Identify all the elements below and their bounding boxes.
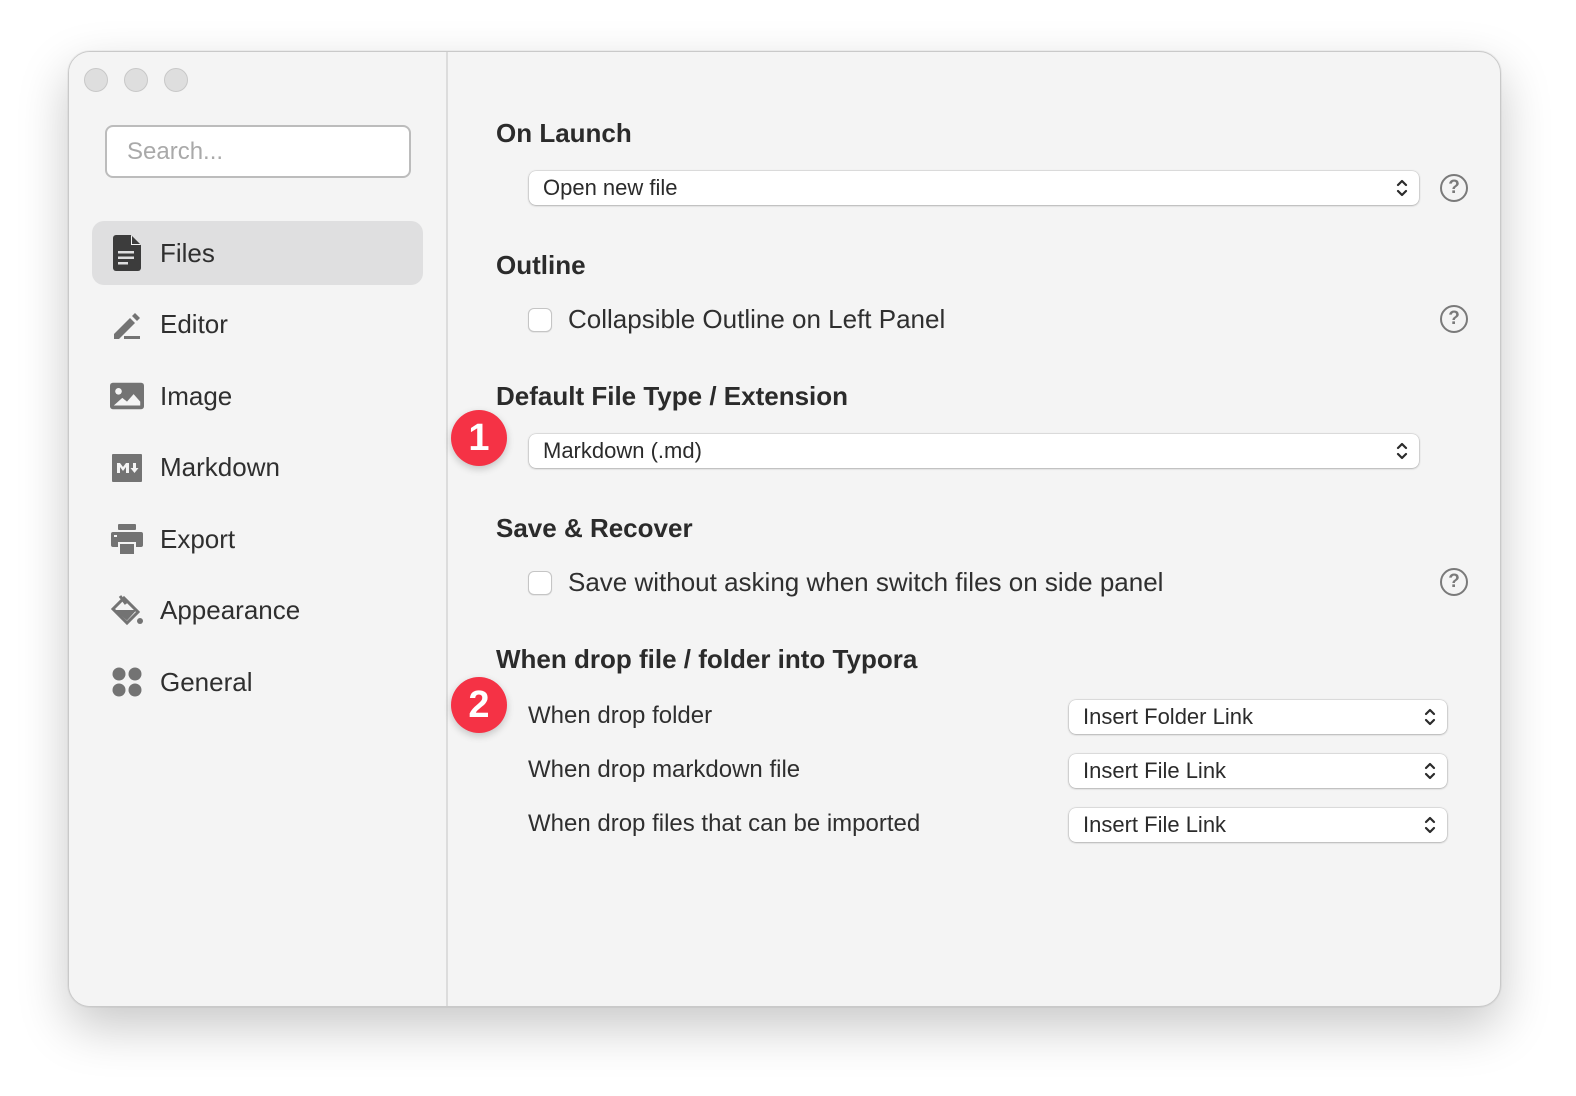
markdown-icon	[110, 451, 144, 485]
collapsible-outline-checkbox-row[interactable]: Collapsible Outline on Left Panel	[528, 304, 945, 335]
collapsible-outline-checkbox[interactable]	[528, 307, 552, 332]
annotation-badge-2: 2	[451, 677, 507, 733]
sidebar-item-files[interactable]: Files	[92, 221, 423, 285]
zoom-button[interactable]	[164, 68, 188, 92]
paint-bucket-icon	[110, 594, 144, 628]
help-icon[interactable]: ?	[1440, 305, 1468, 333]
sidebar-item-label: Appearance	[160, 595, 301, 625]
select-value: Markdown (.md)	[543, 438, 702, 463]
default-file-type-select[interactable]: Markdown (.md)	[529, 434, 1419, 468]
chevron-updown-icon	[1424, 708, 1436, 726]
sidebar: Files Editor Image Markdown	[69, 52, 448, 1006]
default-file-type-title: Default File Type / Extension	[496, 381, 849, 411]
sidebar-item-image[interactable]: Image	[92, 364, 423, 428]
printer-icon	[110, 522, 144, 556]
sidebar-item-label: Markdown	[160, 452, 280, 482]
checkbox-label: Save without asking when switch files on…	[568, 567, 1164, 597]
help-icon[interactable]: ?	[1440, 568, 1468, 596]
sidebar-item-label: General	[160, 666, 253, 697]
save-recover-title: Save & Recover	[496, 513, 693, 543]
sidebar-item-appearance[interactable]: Appearance	[92, 579, 423, 643]
chevron-updown-icon	[1424, 816, 1436, 834]
preferences-window: Files Editor Image Markdown	[68, 51, 1501, 1007]
chevron-updown-icon	[1424, 762, 1436, 780]
drop-markdown-label: When drop markdown file	[528, 756, 801, 783]
select-value: Insert File Link	[1083, 812, 1227, 837]
help-symbol: ?	[1448, 571, 1460, 592]
annotation-badge-1: 1	[451, 410, 507, 466]
save-without-asking-checkbox[interactable]	[528, 570, 552, 595]
file-icon	[110, 235, 144, 271]
drop-folder-select[interactable]: Insert Folder Link	[1069, 700, 1447, 734]
select-value: Insert Folder Link	[1083, 704, 1253, 729]
sidebar-item-label: Editor	[160, 309, 228, 339]
sidebar-item-general[interactable]: General	[92, 650, 423, 714]
drop-folder-label: When drop folder	[528, 702, 713, 729]
on-launch-select[interactable]: Open new file	[529, 171, 1419, 205]
sidebar-item-markdown[interactable]: Markdown	[92, 436, 423, 500]
image-icon	[110, 379, 144, 413]
close-button[interactable]	[84, 68, 108, 92]
sidebar-item-label: Files	[160, 237, 215, 268]
chevron-updown-icon	[1396, 442, 1408, 460]
sidebar-nav: Files Editor Image Markdown Export Appea…	[92, 221, 423, 722]
help-symbol: ?	[1448, 308, 1460, 329]
grid-dots-icon	[110, 665, 144, 699]
sidebar-item-label: Image	[160, 380, 233, 411]
outline-title: Outline	[496, 250, 586, 280]
search-input[interactable]	[105, 125, 411, 178]
select-value: Open new file	[543, 175, 678, 200]
help-icon[interactable]: ?	[1440, 174, 1468, 202]
drop-title: When drop file / folder into Typora	[496, 644, 918, 674]
help-symbol: ?	[1448, 177, 1460, 198]
traffic-lights	[84, 68, 188, 92]
select-value: Insert File Link	[1083, 758, 1227, 783]
on-launch-title: On Launch	[496, 118, 632, 148]
drop-markdown-select[interactable]: Insert File Link	[1069, 754, 1447, 788]
chevron-updown-icon	[1396, 179, 1408, 197]
minimize-button[interactable]	[124, 68, 148, 92]
sidebar-item-editor[interactable]: Editor	[92, 293, 423, 357]
sidebar-item-export[interactable]: Export	[92, 507, 423, 571]
drop-importable-select[interactable]: Insert File Link	[1069, 808, 1447, 842]
drop-importable-label: When drop files that can be imported	[528, 810, 921, 837]
settings-content: On Launch Open new file ? Outline Collap…	[450, 52, 1500, 1006]
save-without-asking-checkbox-row[interactable]: Save without asking when switch files on…	[528, 567, 1163, 598]
checkbox-label: Collapsible Outline on Left Panel	[568, 304, 946, 334]
sidebar-item-label: Export	[160, 523, 236, 554]
pencil-icon	[110, 308, 144, 342]
